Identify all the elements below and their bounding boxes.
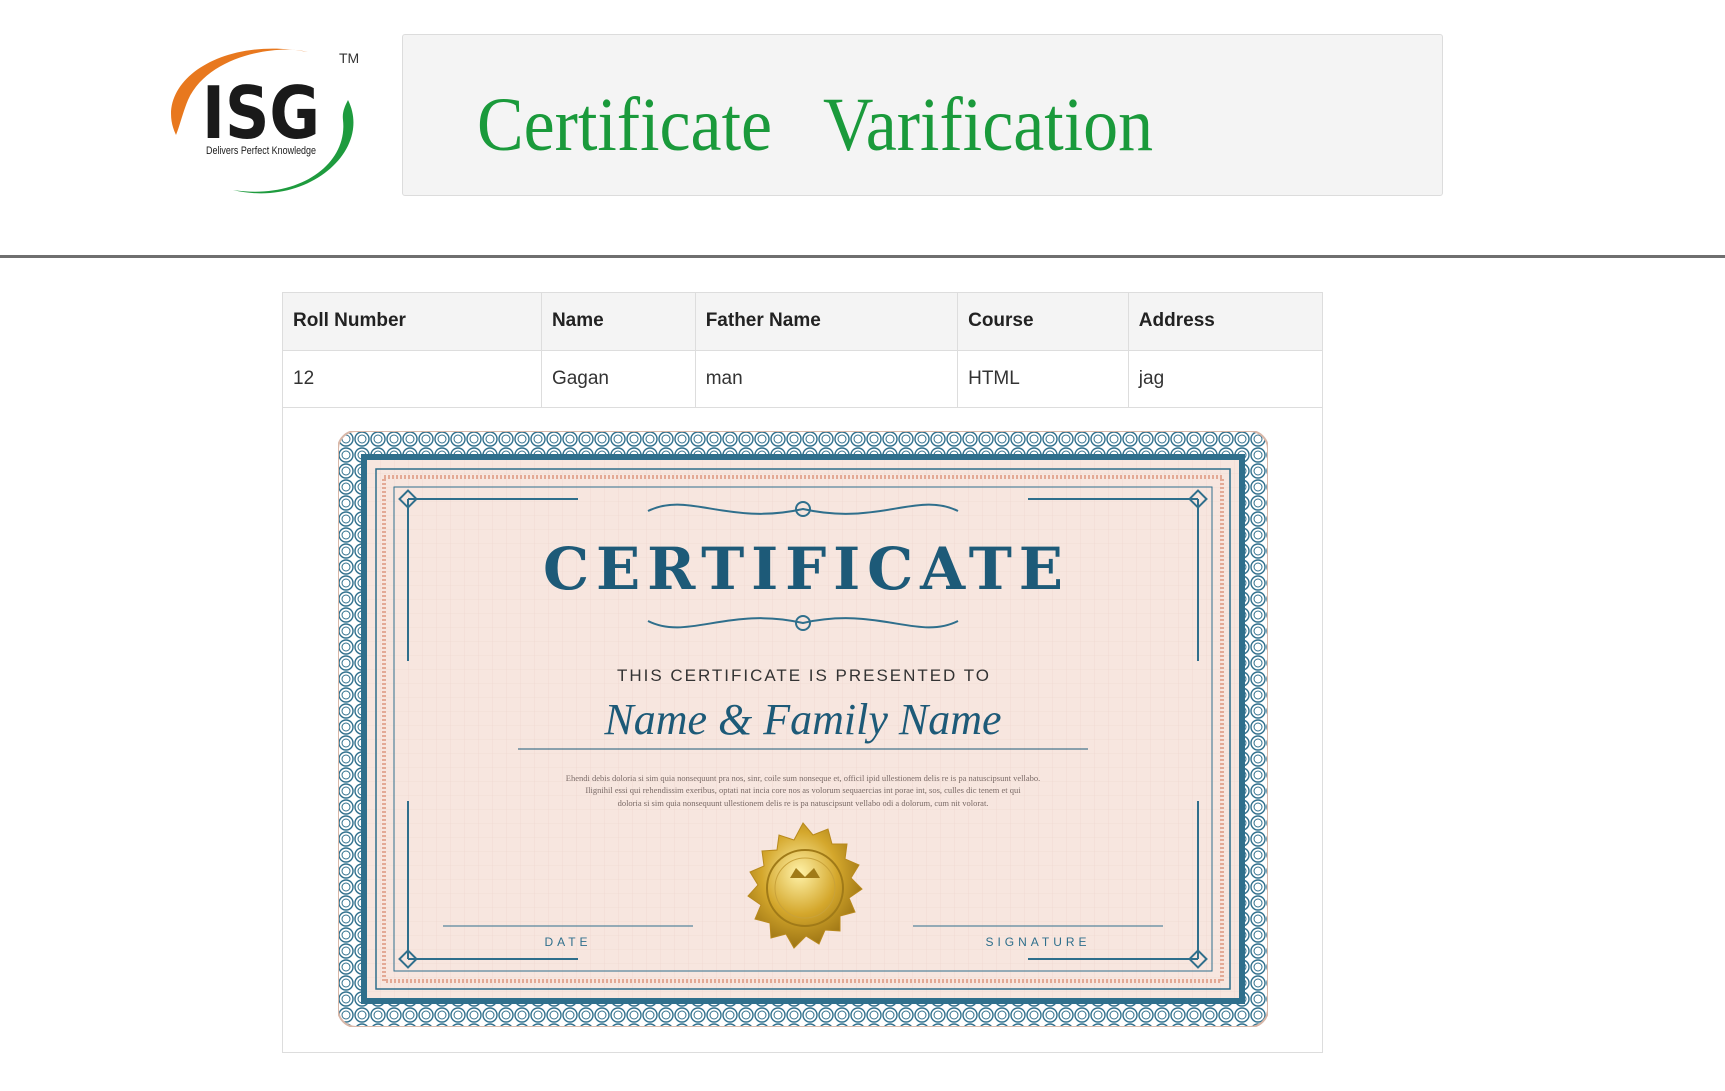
column-header-course: Course [957, 293, 1129, 351]
title-banner: Certificate Varification [402, 34, 1443, 196]
title-word-certificate: Certificate [477, 83, 773, 167]
title-word-varification: Varification [823, 83, 1154, 167]
column-header-address: Address [1127, 293, 1322, 351]
logo-trademark: TM [339, 50, 359, 66]
verification-panel: Roll Number Name Father Name Course Addr… [282, 292, 1323, 1053]
certificate-recipient: Name & Family Name [603, 695, 1001, 744]
table-header-row: Roll Number Name Father Name Course Addr… [283, 293, 1322, 351]
certificate-signature-label: SIGNATURE [985, 935, 1090, 949]
cell-course: HTML [957, 349, 1129, 408]
table-row: 12 Gagan man HTML jag [283, 349, 1322, 408]
certificate-body-line-1: Ehendi debis doloria si sim quia nonsequ… [566, 773, 1040, 783]
certificate-image: CERTIFICATE THIS CERTIFICATE IS PRESENTE… [338, 431, 1268, 1027]
column-header-name: Name [540, 293, 696, 351]
isg-logo: ISG Delivers Perfect Knowledge TM [171, 48, 359, 194]
certificate-date-label: DATE [544, 935, 591, 949]
logo-tagline: Delivers Perfect Knowledge [206, 145, 316, 157]
cell-father-name: man [694, 349, 959, 408]
column-header-father-name: Father Name [694, 293, 959, 351]
certificate-body-line-3: doloria si sim quia nonsequunt ullestion… [618, 798, 989, 808]
page-header: ISG Delivers Perfect Knowledge TM Certif… [0, 0, 1725, 258]
certificate-presented-to: THIS CERTIFICATE IS PRESENTED TO [617, 666, 989, 685]
logo-brand-text: ISG [202, 71, 320, 155]
certificate-heading: CERTIFICATE [543, 535, 1063, 603]
record-table: Roll Number Name Father Name Course Addr… [283, 293, 1322, 408]
cell-address: jag [1127, 349, 1322, 408]
cell-roll-number: 12 [283, 349, 542, 408]
column-header-roll-number: Roll Number [283, 293, 542, 351]
cell-name: Gagan [540, 349, 696, 408]
certificate-body-line-2: Ilignihil essi qui rehendissim exeribus,… [585, 785, 1021, 795]
